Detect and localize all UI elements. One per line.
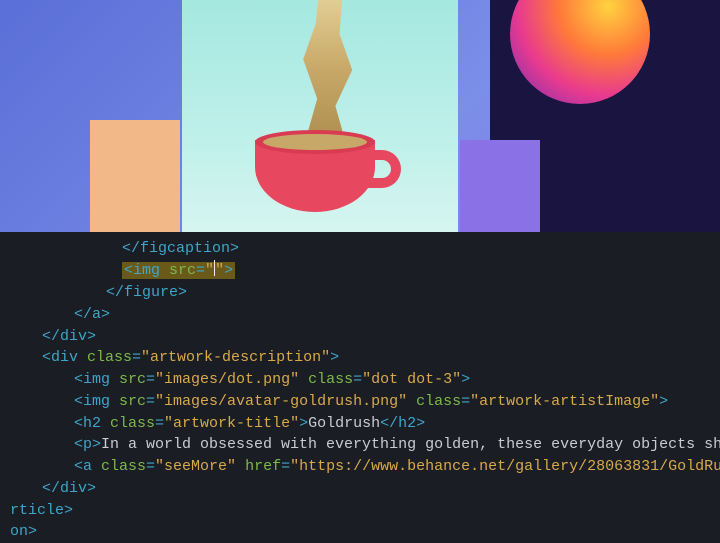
highlighted-span[interactable]: <img src="">	[122, 262, 235, 279]
token-str: "	[215, 262, 224, 279]
code-line[interactable]: </div>	[10, 326, 712, 348]
token-tag: =	[146, 371, 155, 388]
token-tag: =	[146, 393, 155, 410]
token-attr: src	[119, 371, 146, 388]
red-cup-shape	[245, 122, 395, 212]
token-tag: <img	[74, 393, 119, 410]
token-tag: </h2>	[380, 415, 425, 432]
token-tag: <p>	[74, 436, 101, 453]
token-tag: </div>	[42, 480, 96, 497]
live-preview-pane	[0, 0, 720, 232]
token-str: "	[205, 262, 214, 279]
token-str: "artwork-artistImage"	[470, 393, 659, 410]
token-attr: href	[245, 458, 281, 475]
code-line[interactable]: <img src="">	[10, 260, 712, 282]
token-tag: >	[330, 349, 339, 366]
token-attr: class	[308, 371, 353, 388]
code-line[interactable]: on>	[10, 521, 712, 543]
token-tag: </div>	[42, 328, 96, 345]
token-tag: <img	[124, 262, 169, 279]
code-line[interactable]: </a>	[10, 304, 712, 326]
token-tag	[407, 393, 416, 410]
preview-artwork-card	[182, 0, 458, 232]
token-attr: class	[110, 415, 155, 432]
token-tag: <h2	[74, 415, 110, 432]
token-tag: >	[299, 415, 308, 432]
code-line[interactable]: </figure>	[10, 282, 712, 304]
token-tag: =	[146, 458, 155, 475]
code-editor[interactable]: </figcaption><img src=""></figure></a></…	[0, 232, 720, 543]
token-tag: =	[132, 349, 141, 366]
token-str: "images/avatar-goldrush.png"	[155, 393, 407, 410]
token-str: "images/dot.png"	[155, 371, 299, 388]
token-tag: rticle>	[10, 502, 73, 519]
code-line[interactable]: <p>In a world obsessed with everything g…	[10, 434, 712, 456]
token-txt: Goldrush	[308, 415, 380, 432]
token-str: "dot dot-3"	[362, 371, 461, 388]
token-tag: </figure>	[106, 284, 187, 301]
token-tag: =	[353, 371, 362, 388]
code-line[interactable]: </div>	[10, 478, 712, 500]
token-attr: class	[87, 349, 132, 366]
token-attr: class	[101, 458, 146, 475]
token-tag: =	[281, 458, 290, 475]
token-tag	[299, 371, 308, 388]
token-txt: In a world obsessed with everything gold…	[101, 436, 720, 453]
token-tag: >	[224, 262, 233, 279]
token-tag	[236, 458, 245, 475]
code-line[interactable]: <div class="artwork-description">	[10, 347, 712, 369]
token-attr: src	[169, 262, 196, 279]
code-line[interactable]: rticle>	[10, 500, 712, 522]
token-tag: <div	[42, 349, 87, 366]
token-str: "https://www.behance.net/gallery/2806383…	[290, 458, 720, 475]
preview-block-peach	[90, 120, 180, 232]
token-tag: <a	[74, 458, 101, 475]
code-line[interactable]: <h2 class="artwork-title">Goldrush</h2>	[10, 413, 712, 435]
token-tag: </figcaption>	[122, 240, 239, 257]
token-tag: =	[196, 262, 205, 279]
token-tag: =	[155, 415, 164, 432]
token-tag: on>	[10, 523, 37, 540]
token-attr: src	[119, 393, 146, 410]
token-tag: >	[461, 371, 470, 388]
token-tag: <img	[74, 371, 119, 388]
code-line[interactable]: <img src="images/dot.png" class="dot dot…	[10, 369, 712, 391]
token-tag: >	[659, 393, 668, 410]
token-tag: </a>	[74, 306, 110, 323]
code-line[interactable]: <img src="images/avatar-goldrush.png" cl…	[10, 391, 712, 413]
token-str: "seeMore"	[155, 458, 236, 475]
token-tag: =	[461, 393, 470, 410]
token-str: "artwork-description"	[141, 349, 330, 366]
token-str: "artwork-title"	[164, 415, 299, 432]
code-line[interactable]: </figcaption>	[10, 238, 712, 260]
token-attr: class	[416, 393, 461, 410]
preview-block-violet	[460, 140, 540, 232]
code-line[interactable]: <a class="seeMore" href="https://www.beh…	[10, 456, 712, 478]
